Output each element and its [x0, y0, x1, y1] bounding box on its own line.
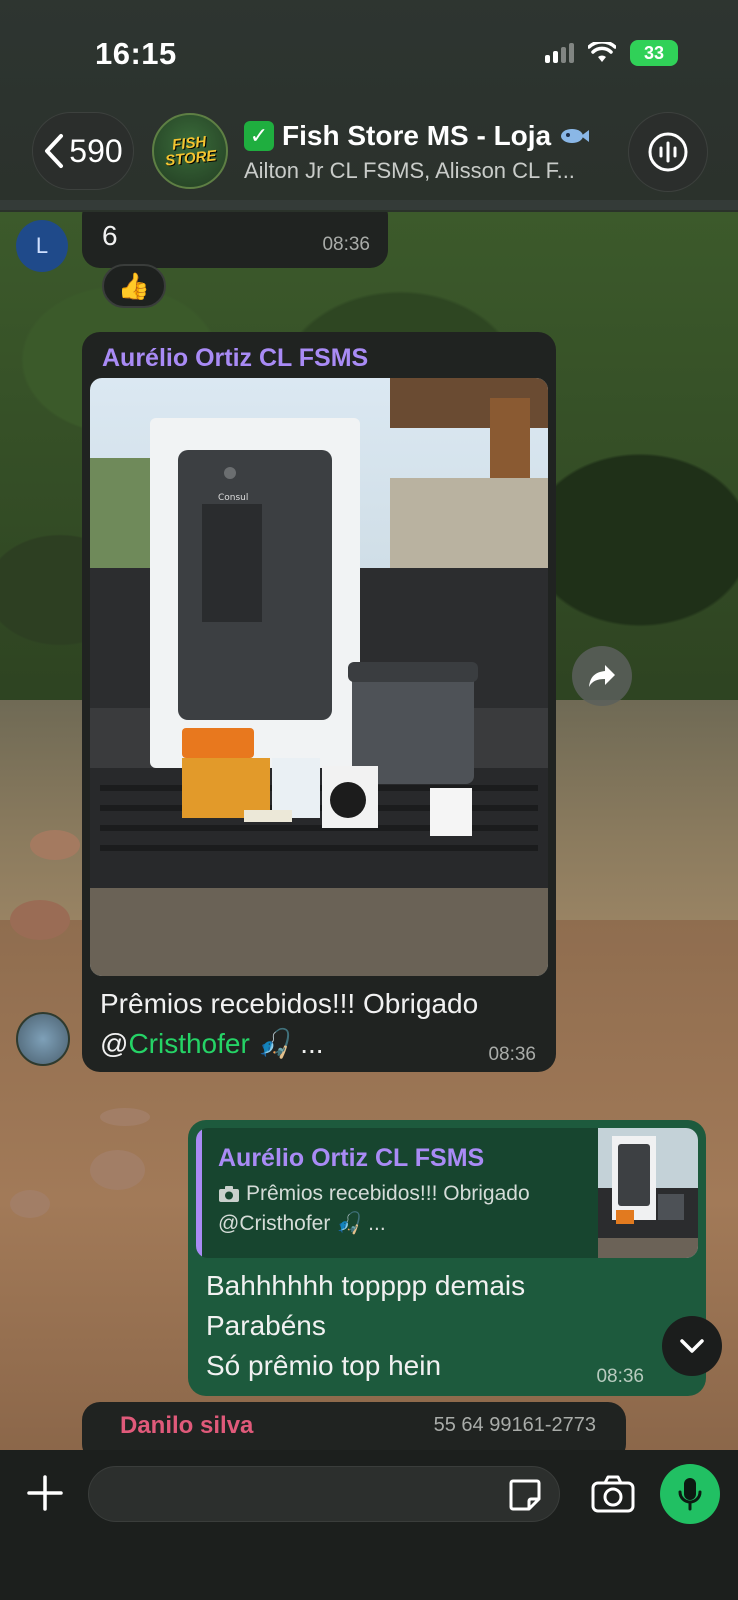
scroll-down-button[interactable]: [662, 1316, 722, 1376]
checkmark-icon: ✓: [244, 121, 274, 151]
fish-icon: [561, 129, 590, 143]
microphone-icon: [678, 1478, 702, 1511]
message-input-box[interactable]: [88, 1466, 560, 1523]
message-list[interactable]: L 6 08:36 👍 Aurélio Ortiz CL FSMS Consul…: [0, 212, 738, 1450]
chat-header: 16:15 33 590 FISH STORE ✓ Fish Store MS …: [0, 0, 738, 212]
quoted-sender: Aurélio Ortiz CL FSMS: [218, 1144, 485, 1172]
message-input[interactable]: [109, 1467, 479, 1523]
sender-phone: 55 64 99161-2773: [433, 1414, 596, 1436]
message-time: 08:36: [596, 1366, 644, 1387]
status-time: 16:15: [95, 36, 177, 71]
sticker-icon: [509, 1479, 541, 1511]
sticker-button[interactable]: [507, 1477, 543, 1513]
outgoing-message-bubble[interactable]: Aurélio Ortiz CL FSMS Prêmios recebidos!…: [188, 1120, 706, 1396]
camera-icon: [591, 1475, 635, 1513]
attach-button[interactable]: [20, 1468, 70, 1518]
battery-icon: 33: [630, 40, 678, 66]
message-sender[interactable]: Aurélio Ortiz CL FSMS: [102, 344, 368, 373]
message-line: Bahhhhhh topppp demais: [206, 1270, 526, 1301]
photo-brand-text: Consul: [218, 493, 248, 503]
group-members: Ailton Jr CL FSMS, Alisson CL F...: [244, 158, 575, 183]
quoted-message[interactable]: Aurélio Ortiz CL FSMS Prêmios recebidos!…: [196, 1128, 698, 1258]
unread-count: 590: [69, 132, 123, 169]
group-avatar[interactable]: FISH STORE: [152, 113, 228, 189]
quoted-text-2: @Cristhofer 🎣 ...: [218, 1212, 386, 1235]
reaction-badge[interactable]: 👍: [102, 264, 166, 308]
sender-avatar[interactable]: L: [16, 220, 68, 272]
caption-tail: 🎣 ...: [257, 1028, 324, 1059]
wifi-icon: [588, 42, 616, 62]
quote-bar: [196, 1128, 202, 1258]
audio-wave-icon: [648, 132, 688, 172]
camera-small-icon: [219, 1186, 239, 1202]
voice-call-button[interactable]: [628, 112, 708, 192]
message-text: 6: [102, 220, 118, 251]
message-time: 08:36: [488, 1044, 536, 1065]
plus-icon: [27, 1475, 63, 1511]
quoted-text-1: Prêmios recebidos!!! Obrigado: [246, 1182, 530, 1205]
chevron-left-icon: [45, 134, 64, 168]
caption-mention-line: @Cristhofer 🎣 ...: [100, 1024, 540, 1064]
group-title: ✓ Fish Store MS - Loja: [244, 120, 604, 152]
quoted-thumbnail: [598, 1128, 698, 1258]
quoted-line: Prêmios recebidos!!! Obrigado: [218, 1182, 530, 1206]
photo-message-bubble[interactable]: Aurélio Ortiz CL FSMS Consul Prêmios rec…: [82, 332, 556, 1072]
message-time: 08:36: [322, 234, 370, 255]
message-line: Parabéns: [206, 1310, 326, 1341]
mention-link[interactable]: Cristhofer: [128, 1028, 249, 1059]
group-logo: FISH STORE: [164, 133, 218, 170]
mention-at: @: [100, 1028, 129, 1059]
voice-message-button[interactable]: [660, 1464, 720, 1524]
photo-caption: Prêmios recebidos!!! Obrigado @Cristhofe…: [100, 984, 540, 1064]
forward-icon: [589, 665, 615, 687]
back-button[interactable]: 590: [32, 112, 134, 190]
sender-avatar-photo[interactable]: [16, 1012, 70, 1066]
composer-bar: [0, 1450, 738, 1600]
cellular-signal-icon: [545, 43, 574, 63]
group-name: Fish Store MS - Loja: [282, 120, 552, 151]
forward-button[interactable]: [572, 646, 632, 706]
message-bubble[interactable]: 6 08:36: [82, 212, 388, 268]
status-bar: 16:15 33: [0, 0, 738, 100]
chevron-down-icon: [680, 1339, 704, 1353]
prize-photo: Consul: [90, 378, 548, 976]
group-info[interactable]: ✓ Fish Store MS - Loja Ailton Jr CL FSMS…: [244, 120, 604, 184]
message-photo[interactable]: Consul: [90, 378, 548, 976]
message-sender[interactable]: Danilo silva: [120, 1412, 253, 1440]
caption-line: Prêmios recebidos!!! Obrigado: [100, 988, 479, 1019]
message-bubble[interactable]: Danilo silva 55 64 99161-2773: [82, 1402, 626, 1450]
camera-button[interactable]: [590, 1474, 640, 1518]
